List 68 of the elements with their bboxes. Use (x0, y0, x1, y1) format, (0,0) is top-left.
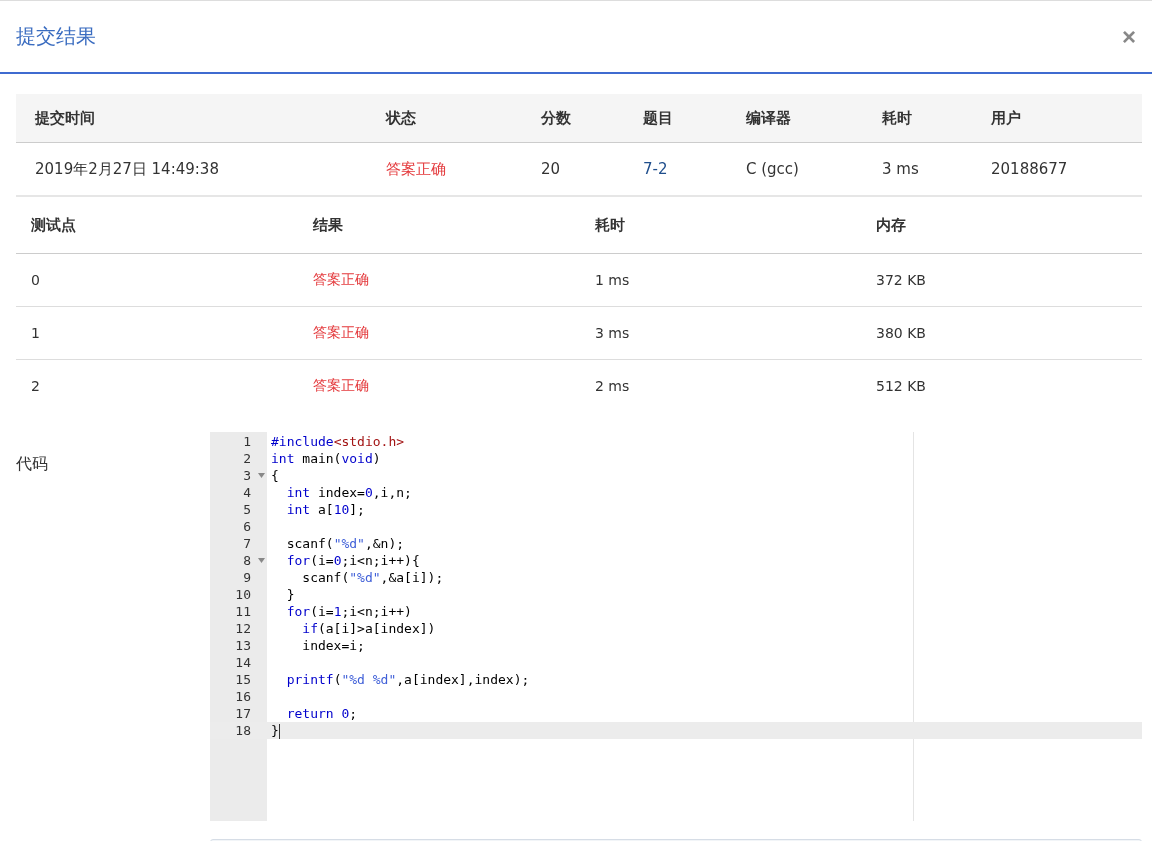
line-number: 18 (234, 722, 251, 739)
table-cell-text: 3 ms (881, 160, 920, 178)
column-header: 内存 (875, 216, 907, 235)
code-line: scanf("%d",&n); (285, 535, 405, 552)
status-text: 答案正确 (385, 159, 447, 179)
column-header: 耗时 (594, 216, 626, 235)
line-number: 6 (242, 518, 251, 535)
line-number: 2 (242, 450, 251, 467)
column-header: 结果 (312, 216, 344, 235)
problem-link[interactable]: 7-2 (624, 160, 727, 178)
fold-icon[interactable] (257, 558, 265, 563)
code-line: for(i=0;i<n;i++){ (285, 552, 420, 569)
table-cell-text: 0 (30, 272, 41, 288)
code-line: if(a[i]>a[index]) (301, 620, 436, 637)
line-number: 12 (234, 620, 251, 637)
code-line: int index=0,i,n; (285, 484, 412, 501)
line-number: 15 (234, 671, 251, 688)
table-cell-text: 1 (30, 325, 41, 341)
column-header: 编译器 (745, 108, 792, 128)
line-number: 1 (242, 433, 251, 450)
table-cell-text: 2019年2月27日 14:49:38 (34, 159, 220, 179)
column-header: 提交时间 (34, 108, 96, 128)
column-header: 分数 (540, 108, 572, 128)
code-line: } (285, 586, 295, 603)
column-header: 耗时 (881, 108, 913, 128)
line-number: 16 (234, 688, 251, 705)
close-button[interactable]: × (1118, 22, 1140, 51)
code-line: for(i=1;i<n;i++) (285, 603, 412, 620)
result-text: 答案正确 (312, 377, 370, 395)
column-header: 题目 (642, 108, 674, 128)
line-number: 5 (242, 501, 251, 518)
line-number: 9 (242, 569, 251, 586)
table-cell-text: 2 ms (594, 378, 631, 394)
code-line: index=i; (301, 637, 365, 654)
code-label: 代码 (16, 453, 49, 475)
table-cell-text: 380 KB (875, 325, 927, 341)
table-cell-text: 512 KB (875, 378, 927, 394)
table-cell-text: C (gcc) (745, 160, 800, 178)
result-text: 答案正确 (312, 271, 370, 289)
fold-icon[interactable] (257, 473, 265, 478)
table-cell-text: 372 KB (875, 272, 927, 288)
code-line: #include<stdio.h> (271, 433, 405, 450)
column-header: 用户 (990, 108, 1022, 128)
line-number: 3 (242, 467, 251, 484)
code-line: int a[10]; (285, 501, 365, 518)
table-cell-text: 1 ms (594, 272, 631, 288)
dialog-title: 提交结果 (16, 23, 96, 50)
code-line: int main(void) (271, 450, 381, 467)
code-line: { (271, 467, 279, 484)
line-number: 13 (234, 637, 251, 654)
line-number: 17 (234, 705, 251, 722)
code-line: scanf("%d",&a[i]); (301, 569, 444, 586)
column-header: 状态 (384, 108, 417, 128)
line-number: 8 (242, 552, 251, 569)
line-number: 4 (242, 484, 251, 501)
line-number: 7 (242, 535, 251, 552)
table-cell-text: 3 ms (594, 325, 631, 341)
table-cell-text: 2 (30, 378, 41, 394)
line-number: 14 (234, 654, 251, 671)
result-text: 答案正确 (312, 324, 370, 342)
table-cell-text: 20188677 (990, 160, 1069, 178)
line-number: 11 (234, 603, 251, 620)
line-number: 10 (234, 586, 251, 603)
code-line: return 0; (285, 705, 358, 722)
code-line: } (271, 722, 280, 739)
column-header: 测试点 (30, 216, 77, 235)
table-cell-text: 20 (540, 160, 562, 178)
code-line: printf("%d %d",a[index],index); (285, 671, 530, 688)
